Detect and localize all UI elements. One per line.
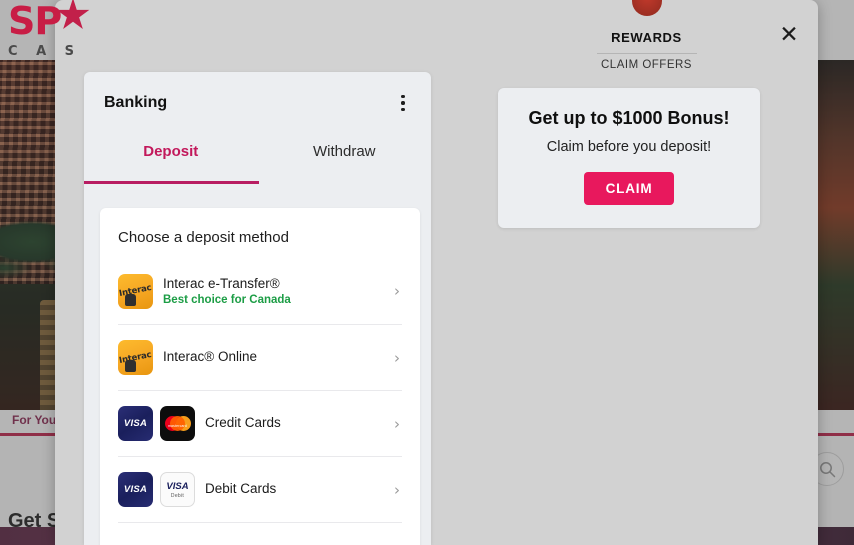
list-item[interactable]: VISA VISA Debit Debit Cards › [118,456,402,522]
interac-hand-icon [125,293,136,306]
interac-logo-icon: Interac [118,340,153,375]
list-item[interactable] [118,522,402,545]
list-item[interactable]: VISA mastercard Credit Cards › [118,390,402,456]
visa-debit-logo-text: VISA [166,480,189,492]
offer-subtitle: Claim before you deposit! [546,139,712,155]
chevron-right-icon: › [394,480,400,499]
list-item[interactable]: Interac Interac® Online › [118,324,402,390]
method-logos: Interac [118,273,153,309]
mastercard-logo-icon: mastercard [160,406,195,441]
method-name: Interac® Online [163,349,257,365]
page-root: SP SP C A S For You Get S ✕ [0,0,854,545]
method-text: Interac® Online [163,349,384,366]
interac-hand-icon [125,360,136,372]
banking-header: Banking [84,72,431,134]
method-name: Credit Cards [205,415,281,431]
rewards-panel: REWARDS CLAIM OFFERS Get up to $1000 Bon… [475,0,818,545]
deposit-methods-card: Choose a deposit method Interac Interac … [100,208,420,545]
reward-badge-icon [631,0,662,16]
chevron-right-icon: › [394,414,400,433]
list-item[interactable]: Interac Interac e-Transfer® Best choice … [118,258,402,324]
site-logo[interactable]: SP C A S [8,0,90,59]
offer-title: Get up to $1000 Bonus! [528,108,730,128]
visa-logo-text: VISA [123,484,148,495]
page-title: Banking [104,94,168,111]
kebab-menu-icon[interactable] [392,90,414,116]
site-logo-sub: C A S [8,44,82,59]
visa-debit-sub-text: Debit [170,492,185,499]
chevron-right-icon: › [394,348,400,367]
chevron-right-icon: › [394,282,400,300]
deposit-methods-heading: Choose a deposit method [118,229,289,246]
visa-logo-icon: VISA [118,472,153,507]
claim-button[interactable]: CLAIM [583,172,675,205]
method-logos: VISA mastercard [118,406,195,441]
offer-card: Get up to $1000 Bonus! Claim before you … [498,88,760,228]
method-logos: VISA VISA Debit [118,472,195,507]
visa-logo-text: VISA [123,418,148,429]
method-badge: Best choice for Canada [163,294,291,307]
mastercard-logo-text: mastercard [168,424,187,428]
active-tab-underline [84,181,259,184]
rewards-subtitle: CLAIM OFFERS [601,59,692,71]
method-name: Debit Cards [205,481,277,497]
interac-logo-icon: Interac [118,273,153,309]
banking-panel: Banking Deposit Withdraw Choose a deposi… [84,72,431,545]
banking-modal: ✕ Banking Deposit Withdraw Choose a depo… [55,0,818,545]
visa-debit-logo-icon: VISA Debit [160,472,195,507]
method-name: Interac e-Transfer® [163,275,280,291]
mastercard-circles: mastercard [164,416,191,431]
tab-withdraw[interactable]: Withdraw [258,134,432,190]
banking-tabs: Deposit Withdraw [84,134,431,190]
deposit-methods-list: Interac Interac e-Transfer® Best choice … [100,258,420,545]
method-logos: Interac [118,340,153,375]
method-text: Debit Cards [205,481,384,498]
visa-logo-icon: VISA [118,406,153,441]
rewards-divider [596,53,697,54]
method-text: Interac e-Transfer® Best choice for Cana… [163,276,384,307]
method-text: Credit Cards [205,415,384,432]
rewards-title: REWARDS [611,30,682,45]
